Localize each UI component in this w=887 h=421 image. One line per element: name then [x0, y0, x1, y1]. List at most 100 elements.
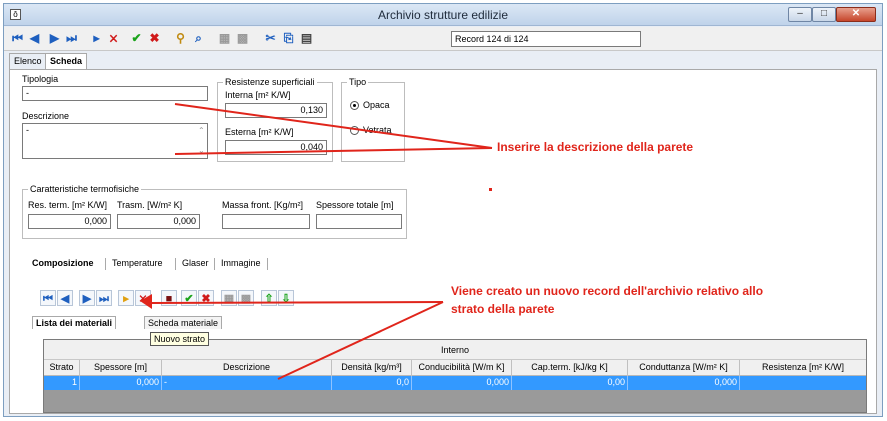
- cell-conduttanza[interactable]: 0,000: [628, 376, 740, 390]
- col-spessore[interactable]: Spessore [m]: [80, 360, 162, 376]
- scroll-up-icon[interactable]: ⌃: [198, 126, 205, 135]
- toolbar: ⏮ ◀ ▶ ⏭ ▸ ⨯ ✔ ✖ ⚲ ⌕ ▦ ▩ ✂ ⎘ ▤ Record 124…: [4, 27, 882, 51]
- find-icon[interactable]: ⌕: [190, 30, 207, 47]
- res-term-input[interactable]: 0,000: [28, 214, 111, 229]
- move-down-icon[interactable]: ⇩: [278, 290, 294, 306]
- cell-resistenza[interactable]: [740, 376, 866, 390]
- tipologia-label: Tipologia: [22, 74, 59, 84]
- res-term-label: Res. term. [m² K/W]: [28, 200, 108, 210]
- last-strato-icon[interactable]: ⏭: [96, 290, 112, 306]
- cell-spessore[interactable]: 0,000: [80, 376, 162, 390]
- tab-immagine[interactable]: Immagine: [221, 258, 261, 268]
- annotation-descrizione: Inserire la descrizione della parete: [497, 140, 694, 154]
- tipo-group: Tipo Opaca Vetrata: [341, 77, 405, 162]
- tab-separator: [175, 258, 176, 270]
- cell-cap-term[interactable]: 0,00: [512, 376, 628, 390]
- insert-record-icon[interactable]: ▸: [88, 30, 105, 47]
- grid-select-icon[interactable]: ▩: [238, 290, 254, 306]
- scheda-panel: Tipologia - Descrizione - ⌃ ⌄ Resistenze…: [9, 69, 877, 414]
- tab-temperature[interactable]: Temperature: [112, 258, 163, 268]
- cell-descrizione[interactable]: -: [162, 376, 332, 390]
- materiali-grid: Interno Strato Spessore [m] Descrizione …: [43, 339, 867, 413]
- descrizione-label: Descrizione: [22, 111, 70, 121]
- col-descrizione[interactable]: Descrizione: [162, 360, 332, 376]
- grid-icon[interactable]: ▦: [216, 30, 233, 47]
- grid-select-icon[interactable]: ▩: [234, 30, 251, 47]
- cell-strato[interactable]: 1: [44, 376, 80, 390]
- radio-opaca[interactable]: [350, 101, 359, 110]
- tipo-title: Tipo: [347, 77, 369, 87]
- filter-icon[interactable]: ⚲: [172, 30, 189, 47]
- prev-strato-icon[interactable]: ◀: [57, 290, 73, 306]
- interna-label: Interna [m² K/W]: [225, 90, 291, 100]
- delete-record-icon[interactable]: ⨯: [105, 30, 122, 47]
- resistenze-group: Resistenze superficiali Interna [m² K/W]…: [217, 77, 333, 162]
- tab-glaser[interactable]: Glaser: [182, 258, 209, 268]
- tipologia-input[interactable]: -: [22, 86, 208, 101]
- minimize-button[interactable]: ‒: [788, 7, 812, 22]
- title-bar: ô Archivio strutture edilizie ‒ □ ✕: [4, 4, 882, 26]
- col-conduttanza[interactable]: Conduttanza [W/m² K]: [628, 360, 740, 376]
- delete-strato-icon[interactable]: ⨯: [135, 290, 151, 306]
- massa-input[interactable]: [222, 214, 310, 229]
- tab-separator: [105, 258, 106, 270]
- col-cap-term[interactable]: Cap.term. [kJ/kg K]: [512, 360, 628, 376]
- col-strato[interactable]: Strato: [44, 360, 80, 376]
- copy-icon[interactable]: ⎘: [280, 30, 297, 47]
- caratteristiche-title: Caratteristiche termofisiche: [28, 184, 142, 194]
- spessore-input[interactable]: [316, 214, 402, 229]
- trasm-label: Trasm. [W/m² K]: [117, 200, 183, 210]
- tab-elenco[interactable]: Elenco: [9, 53, 47, 69]
- interna-input[interactable]: 0,130: [225, 103, 327, 118]
- spessore-label: Spessore totale [m]: [316, 200, 394, 210]
- cut-icon[interactable]: ✂: [262, 30, 279, 47]
- first-strato-icon[interactable]: ⏮: [40, 290, 56, 306]
- massa-label: Massa front. [Kg/m²]: [222, 200, 304, 210]
- cancel-icon[interactable]: ✖: [146, 30, 163, 47]
- paste-icon[interactable]: ▤: [298, 30, 315, 47]
- descrizione-input[interactable]: -: [22, 123, 208, 159]
- tab-separator: [267, 258, 268, 270]
- caratteristiche-group: Caratteristiche termofisiche Res. term. …: [22, 184, 407, 239]
- prev-record-icon[interactable]: ◀: [26, 30, 43, 47]
- annotation-record-line2: strato della parete: [451, 302, 555, 316]
- confirm-icon[interactable]: ✔: [128, 30, 145, 47]
- maximize-button[interactable]: □: [812, 7, 836, 22]
- col-densita[interactable]: Densità [kg/m³]: [332, 360, 412, 376]
- radio-vetrata[interactable]: [350, 126, 359, 135]
- esterna-input[interactable]: 0,040: [225, 140, 327, 155]
- tooltip: Nuovo strato: [150, 332, 210, 346]
- tab-separator: [214, 258, 215, 270]
- cell-conducibilita[interactable]: 0,000: [412, 376, 512, 390]
- confirm-strato-icon[interactable]: ✔: [181, 290, 197, 306]
- scroll-down-icon[interactable]: ⌄: [198, 146, 205, 155]
- last-record-icon[interactable]: ⏭: [63, 30, 80, 47]
- first-record-icon[interactable]: ⏮: [9, 30, 26, 47]
- stop-icon[interactable]: ■: [161, 290, 177, 306]
- vetrata-label: Vetrata: [363, 125, 392, 135]
- new-strato-icon[interactable]: ▸: [118, 290, 134, 306]
- grid-header-row: Strato Spessore [m] Descrizione Densità …: [44, 360, 866, 376]
- record-indicator: Record 124 di 124: [451, 31, 641, 47]
- next-strato-icon[interactable]: ▶: [79, 290, 95, 306]
- col-conducibilita[interactable]: Conducibilità [W/m K]: [412, 360, 512, 376]
- col-resistenza[interactable]: Resistenza [m² K/W]: [740, 360, 866, 376]
- annotation-record-line1: Viene creato un nuovo record dell'archiv…: [451, 284, 764, 298]
- tab-scheda-materiale[interactable]: Scheda materiale: [144, 316, 223, 329]
- interno-label: Interno: [440, 345, 470, 355]
- app-window: ô Archivio strutture edilizie ‒ □ ✕ ⏮ ◀ …: [3, 3, 883, 417]
- close-button[interactable]: ✕: [836, 7, 876, 22]
- window-title: Archivio strutture edilizie: [377, 8, 509, 22]
- table-row[interactable]: 1 0,000 - 0,0 0,000 0,00 0,000: [44, 376, 866, 390]
- resistenze-title: Resistenze superficiali: [223, 77, 317, 87]
- next-record-icon[interactable]: ▶: [46, 30, 63, 47]
- tab-scheda[interactable]: Scheda: [45, 53, 88, 70]
- tab-lista-materiali[interactable]: Lista dei materiali: [32, 316, 117, 329]
- trasm-input[interactable]: 0,000: [117, 214, 200, 229]
- grid-icon[interactable]: ▦: [221, 290, 237, 306]
- annotation-dot: [489, 188, 492, 191]
- cancel-strato-icon[interactable]: ✖: [198, 290, 214, 306]
- move-up-icon[interactable]: ⇧: [261, 290, 277, 306]
- tab-composizione[interactable]: Composizione: [32, 258, 94, 268]
- cell-densita[interactable]: 0,0: [332, 376, 412, 390]
